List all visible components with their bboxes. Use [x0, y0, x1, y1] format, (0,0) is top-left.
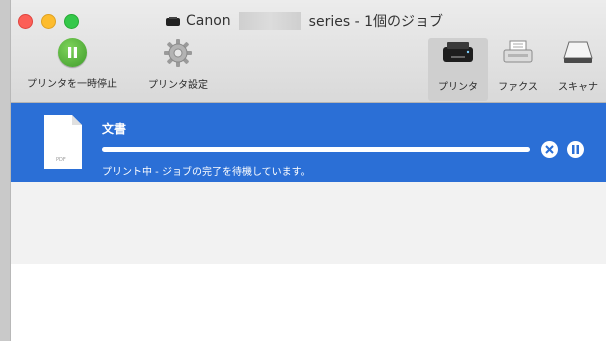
tab-scanner-label: スキャナ: [558, 82, 598, 93]
job-list-blank-area: [11, 264, 606, 341]
device-tabs: プリンタ ファクス スキャナ: [428, 38, 606, 101]
cancel-job-button[interactable]: [541, 141, 558, 158]
zoom-window-button[interactable]: [64, 14, 79, 29]
job-status-text: プリント中 - ジョブの完了を待機しています。: [102, 167, 311, 178]
minimize-window-button[interactable]: [41, 14, 56, 29]
tab-fax[interactable]: ファクス: [488, 38, 548, 101]
document-icon: PDF: [44, 115, 82, 169]
tab-printer[interactable]: プリンタ: [428, 38, 488, 101]
window-title-prefix: Canon: [186, 13, 231, 29]
pause-printer-button[interactable]: プリンタを一時停止: [13, 38, 131, 90]
redacted-model-name: [238, 12, 301, 30]
empty-job-row: [11, 182, 606, 264]
document-thumbnail-text: PDF: [56, 157, 66, 163]
title-toolbar-bar: Canon series - 1個のジョブ プリンタを一時停止 プリンタ設定 プ…: [11, 0, 606, 103]
job-name: 文書: [102, 122, 127, 136]
print-job-row[interactable]: PDF 文書 プリント中 - ジョブの完了を待機しています。: [11, 103, 606, 182]
printer-icon: [443, 42, 473, 62]
close-icon: [545, 145, 554, 154]
pause-icon: [572, 145, 579, 154]
job-progress-fill: [102, 147, 530, 152]
window-title-suffix: series - 1個のジョブ: [308, 14, 443, 30]
printer-title-icon: [166, 16, 180, 26]
tab-scanner[interactable]: スキャナ: [548, 38, 606, 101]
pause-job-button[interactable]: [567, 141, 584, 158]
scanner-icon: [563, 41, 593, 63]
pause-icon: [57, 38, 87, 67]
fax-icon: [503, 40, 533, 63]
tab-printer-label: プリンタ: [438, 82, 478, 93]
pause-printer-label: プリンタを一時停止: [27, 79, 117, 90]
window-title: Canon series - 1個のジョブ: [166, 11, 443, 31]
job-progress-bar: [102, 147, 530, 152]
close-window-button[interactable]: [18, 14, 33, 29]
tab-fax-label: ファクス: [498, 82, 538, 93]
printer-setup-label: プリンタ設定: [148, 80, 208, 91]
printer-setup-button[interactable]: プリンタ設定: [138, 38, 218, 91]
gear-icon: [164, 39, 192, 67]
print-queue-window: Canon series - 1個のジョブ プリンタを一時停止 プリンタ設定 プ…: [11, 0, 606, 341]
